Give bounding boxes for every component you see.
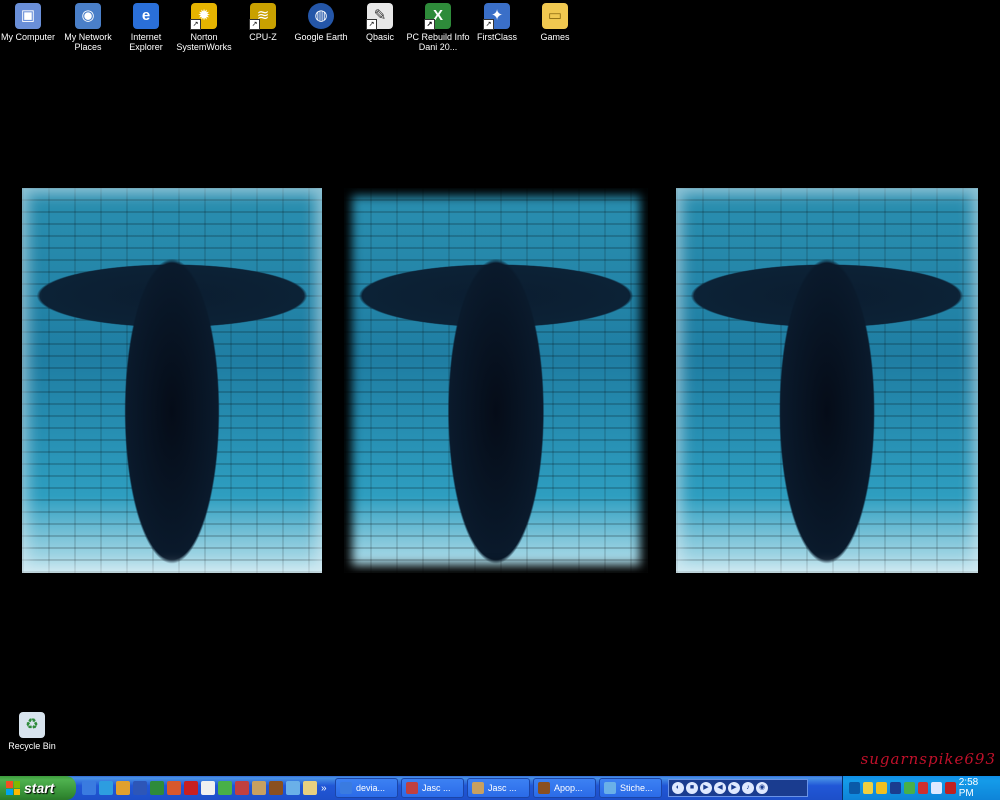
desktop-icon-qbasic[interactable]: ✎ ↗ Qbasic [348, 3, 412, 42]
excel-quicklaunch-icon[interactable] [150, 781, 164, 795]
wallpaper-panel-center [344, 188, 648, 573]
media-quicklaunch-icon[interactable] [116, 781, 130, 795]
system-tray: 2:58 PM [842, 776, 1000, 800]
ati-tray-icon[interactable] [945, 782, 956, 794]
computer-icon: ▣ [15, 3, 41, 29]
jasc-task-icon [472, 782, 484, 794]
messenger-quicklaunch-icon[interactable] [218, 781, 232, 795]
desktop: ▣ My Computer ◉ My Network Places e Inte… [0, 0, 1000, 776]
recycle-bin-icon: ♻ [19, 712, 45, 738]
shortcut-arrow-icon: ↗ [483, 19, 494, 30]
google-earth-icon: ◍ [308, 3, 334, 29]
chevron-left-icon[interactable] [849, 782, 860, 794]
desktop-icon-internet-explorer[interactable]: e Internet Explorer [114, 3, 178, 52]
ie-task-icon [340, 782, 352, 794]
desktop-icon-cpu-z[interactable]: ≋ ↗ CPU-Z [231, 3, 295, 42]
acrobat-quicklaunch-icon[interactable] [184, 781, 198, 795]
wallpaper-signature: sugarnspike693 [860, 750, 996, 768]
qbasic-icon: ✎ ↗ [366, 3, 393, 30]
media-tray-icon[interactable] [890, 782, 901, 794]
desktop-icon-google-earth[interactable]: ◍ Google Earth [289, 3, 353, 42]
desktop-icon-firstclass[interactable]: ✦ ↗ FirstClass [465, 3, 529, 42]
excel-icon: X ↗ [424, 3, 451, 30]
wallpaper-panel-left [22, 188, 322, 573]
jasc-task-icon [406, 782, 418, 794]
apophysis-quicklaunch-icon[interactable] [269, 781, 283, 795]
ie-quicklaunch-icon[interactable] [82, 781, 96, 795]
clock[interactable]: 2:58 PM [959, 777, 992, 799]
norton-icon: ✹ ↗ [190, 3, 217, 30]
quick-launch-bar [82, 781, 317, 795]
cpuz-icon: ≋ ↗ [249, 3, 276, 30]
task-button-stiche[interactable]: Stiche... [599, 778, 662, 798]
jasc-quicklaunch-icon[interactable] [235, 781, 249, 795]
next-icon[interactable]: ▶ [728, 782, 740, 794]
word-quicklaunch-icon[interactable] [133, 781, 147, 795]
ie-quicklaunch-icon-2[interactable] [99, 781, 113, 795]
shortcut-arrow-icon: ↗ [190, 19, 201, 30]
firstclass-icon: ✦ ↗ [483, 3, 510, 30]
alert-tray-icon[interactable] [917, 782, 929, 794]
volume-tray-icon[interactable] [931, 782, 943, 794]
desktop-icon-games[interactable]: ▭ Games [523, 3, 587, 42]
wallpaper-panel-right [676, 188, 978, 573]
desktop-icon-norton-systemworks[interactable]: ✹ ↗ Norton SystemWorks [172, 3, 236, 52]
shortcut-arrow-icon: ↗ [249, 19, 260, 30]
shortcut-arrow-icon: ↗ [424, 19, 435, 30]
player-quicklaunch-icon[interactable] [201, 781, 215, 795]
explorer-quicklaunch-icon[interactable] [303, 781, 317, 795]
media-mode-icon[interactable]: ◐ [672, 782, 684, 794]
stop-icon[interactable]: ■ [686, 782, 698, 794]
desktop-icon-pc-rebuild-info[interactable]: X ↗ PC Rebuild Info Dani 20... [406, 3, 470, 52]
paint-quicklaunch-icon[interactable] [252, 781, 266, 795]
task-button-jasc-1[interactable]: Jasc ... [401, 778, 464, 798]
messenger-tray-icon[interactable] [903, 782, 915, 794]
start-label: start [24, 780, 55, 796]
task-button-jasc-2[interactable]: Jasc ... [467, 778, 530, 798]
start-button[interactable]: start [0, 776, 76, 800]
powerpoint-quicklaunch-icon[interactable] [167, 781, 181, 795]
previous-icon[interactable]: ◀ [714, 782, 726, 794]
task-button-apophysis[interactable]: Apop... [533, 778, 596, 798]
network-icon: ◉ [75, 3, 101, 29]
windows-logo-icon [6, 781, 20, 795]
ie-icon: e [133, 3, 159, 29]
taskbar: start » devia... Jasc ... Jasc ... Apop.… [0, 776, 1000, 800]
desktop-icon-my-network-places[interactable]: ◉ My Network Places [56, 3, 120, 52]
media-player-toolbar: ◐ ■ ▶ ◀ ▶ ♪ ◉ [668, 779, 808, 797]
quick-launch-more-button[interactable]: » [321, 783, 331, 794]
task-button-deviantart[interactable]: devia... [335, 778, 398, 798]
stiche-task-icon [604, 782, 616, 794]
shortcut-arrow-icon: ↗ [366, 19, 377, 30]
play-icon[interactable]: ▶ [700, 782, 712, 794]
desktop-icon-recycle-bin[interactable]: ♻ Recycle Bin [0, 712, 64, 751]
photo-quicklaunch-icon[interactable] [286, 781, 300, 795]
desktop-icon-my-computer[interactable]: ▣ My Computer [0, 3, 60, 42]
apophysis-task-icon [538, 782, 550, 794]
task-buttons: devia... Jasc ... Jasc ... Apop... Stich… [335, 778, 662, 798]
folder-icon: ▭ [542, 3, 568, 29]
security-tray-icon[interactable] [876, 782, 888, 794]
volume-icon[interactable]: ◉ [756, 782, 768, 794]
network-tray-icon[interactable] [862, 782, 874, 794]
mute-icon[interactable]: ♪ [742, 782, 754, 794]
